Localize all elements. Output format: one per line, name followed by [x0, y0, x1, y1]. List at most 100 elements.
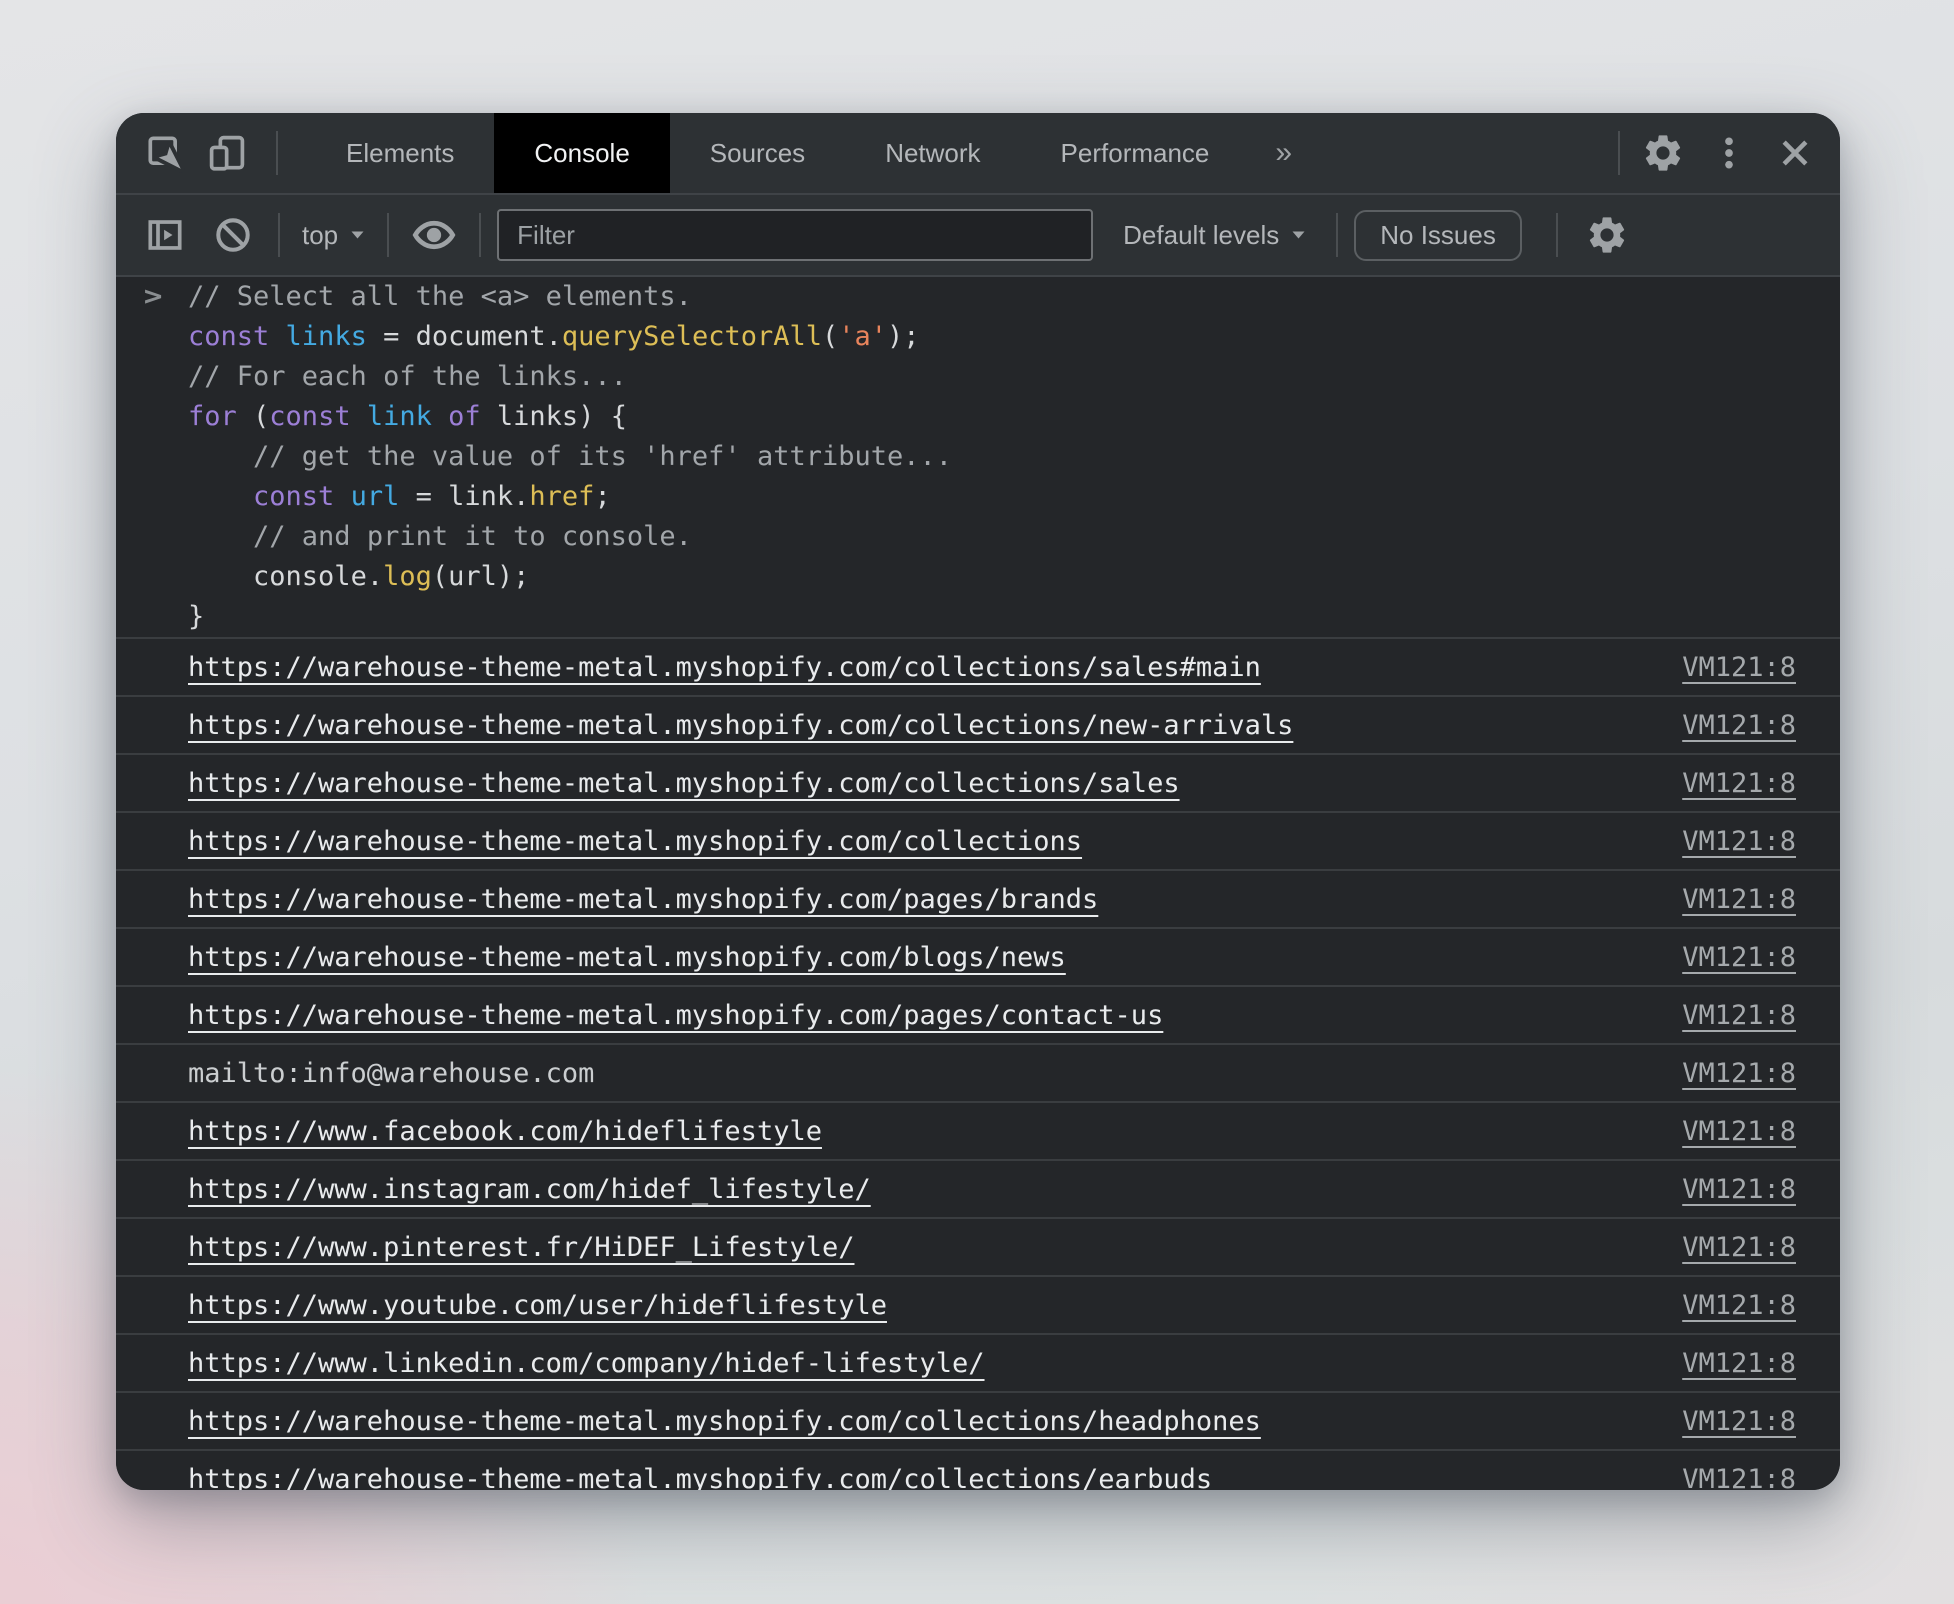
code-token-plain: ;	[594, 481, 610, 512]
source-location-link[interactable]: VM121:8	[1682, 1232, 1796, 1263]
console-log-row: https://warehouse-theme-metal.myshopify.…	[116, 985, 1840, 1043]
logged-url-link[interactable]: https://warehouse-theme-metal.myshopify.…	[188, 826, 1082, 857]
tab-sources[interactable]: Sources	[670, 113, 845, 193]
settings-button[interactable]	[1640, 130, 1686, 176]
console-log-row: https://warehouse-theme-metal.myshopify.…	[116, 1391, 1840, 1449]
devtools-menu-button[interactable]	[1706, 130, 1752, 176]
source-location-link[interactable]: VM121:8	[1682, 1348, 1796, 1379]
code-token-plain: = document.	[367, 321, 562, 352]
source-location-link[interactable]: VM121:8	[1682, 768, 1796, 799]
source-location-link[interactable]: VM121:8	[1682, 1290, 1796, 1321]
logged-url-link[interactable]: https://warehouse-theme-metal.myshopify.…	[188, 652, 1261, 683]
code-token-plain: console.	[253, 561, 383, 592]
execution-context-selector[interactable]: top	[302, 220, 365, 251]
more-panels-button[interactable]: »	[1249, 113, 1318, 193]
code-token-plain: (url);	[432, 561, 530, 592]
devtools-tab-bar: ElementsConsoleSourcesNetworkPerformance…	[116, 113, 1840, 195]
console-toolbar: top Default levels No Issues	[116, 195, 1840, 277]
tab-network[interactable]: Network	[845, 113, 1020, 193]
divider	[276, 131, 278, 175]
tab-performance[interactable]: Performance	[1021, 113, 1250, 193]
console-log-row: https://www.pinterest.fr/HiDEF_Lifestyle…	[116, 1217, 1840, 1275]
logged-url-link[interactable]: https://www.pinterest.fr/HiDEF_Lifestyle…	[188, 1232, 854, 1263]
source-location-link[interactable]: VM121:8	[1682, 1116, 1796, 1147]
code-token-function: log	[383, 561, 432, 592]
device-toolbar-button[interactable]	[204, 130, 250, 176]
code-token-comment: // For each of the links...	[188, 361, 627, 392]
source-location-link[interactable]: VM121:8	[1682, 942, 1796, 973]
console-settings-button[interactable]	[1584, 212, 1630, 258]
panel-tabs: ElementsConsoleSourcesNetworkPerformance	[306, 113, 1249, 193]
chevron-double-right-icon: »	[1275, 136, 1292, 170]
close-icon	[1774, 132, 1816, 174]
source-location-link[interactable]: VM121:8	[1682, 652, 1796, 683]
filter-input[interactable]	[497, 209, 1093, 261]
console-log-row: https://www.instagram.com/hidef_lifestyl…	[116, 1159, 1840, 1217]
devtools-window: ElementsConsoleSourcesNetworkPerformance…	[116, 113, 1840, 1490]
code-token-function: href	[529, 481, 594, 512]
code-token-plain: (	[822, 321, 838, 352]
code-token-plain	[188, 561, 253, 592]
logged-url-link[interactable]: https://www.linkedin.com/company/hidef-l…	[188, 1348, 985, 1379]
tab-elements[interactable]: Elements	[306, 113, 494, 193]
console-log-row: https://warehouse-theme-metal.myshopify.…	[116, 695, 1840, 753]
code-token-keyword: for	[188, 401, 237, 432]
device-toolbar-icon	[206, 132, 248, 174]
code-token-plain	[269, 321, 285, 352]
eye-icon	[412, 213, 456, 257]
source-location-link[interactable]: VM121:8	[1682, 1000, 1796, 1031]
code-token-function: querySelectorAll	[562, 321, 822, 352]
code-token-plain: links) {	[481, 401, 627, 432]
logged-url-link[interactable]: https://warehouse-theme-metal.myshopify.…	[188, 884, 1098, 915]
code-token-plain	[334, 481, 350, 512]
logged-url-link[interactable]: https://warehouse-theme-metal.myshopify.…	[188, 942, 1066, 973]
logged-url-link[interactable]: https://www.facebook.com/hideflifestyle	[188, 1116, 822, 1147]
logged-url-link[interactable]: https://warehouse-theme-metal.myshopify.…	[188, 768, 1180, 799]
source-location-link[interactable]: VM121:8	[1682, 1174, 1796, 1205]
divider	[387, 213, 389, 257]
code-token-variable: url	[351, 481, 400, 512]
source-location-link[interactable]: VM121:8	[1682, 710, 1796, 741]
code-token-comment: // get the value of its 'href' attribute…	[253, 441, 952, 472]
source-location-link[interactable]: VM121:8	[1682, 1406, 1796, 1437]
code-line: for (const link of links) {	[116, 397, 1840, 437]
console-log-row: mailto:info@warehouse.comVM121:8	[116, 1043, 1840, 1101]
code-token-plain	[188, 521, 253, 552]
source-location-link[interactable]: VM121:8	[1682, 884, 1796, 915]
logged-url-link[interactable]: https://warehouse-theme-metal.myshopify.…	[188, 1464, 1212, 1491]
create-live-expression-button[interactable]	[411, 212, 457, 258]
code-token-plain: = link.	[399, 481, 529, 512]
code-token-comment: // and print it to console.	[253, 521, 692, 552]
console-log-row: https://warehouse-theme-metal.myshopify.…	[116, 811, 1840, 869]
log-levels-selector[interactable]: Default levels	[1123, 220, 1306, 251]
logged-url-link[interactable]: https://www.instagram.com/hidef_lifestyl…	[188, 1174, 871, 1205]
context-label: top	[302, 220, 338, 251]
evaluated-code-block: > // Select all the <a> elements.const l…	[116, 277, 1840, 637]
console-log-row: https://warehouse-theme-metal.myshopify.…	[116, 1449, 1840, 1490]
logged-url-link[interactable]: https://www.youtube.com/user/hideflifest…	[188, 1290, 887, 1321]
source-location-link[interactable]: VM121:8	[1682, 1464, 1796, 1491]
console-sidebar-toggle[interactable]	[142, 212, 188, 258]
close-devtools-button[interactable]	[1772, 130, 1818, 176]
code-token-keyword: const	[188, 321, 269, 352]
settings-gear-icon	[1641, 131, 1685, 175]
code-token-string: 'a'	[838, 321, 887, 352]
clear-console-button[interactable]	[210, 212, 256, 258]
console-log-row: https://warehouse-theme-metal.myshopify.…	[116, 869, 1840, 927]
logged-url-link[interactable]: https://warehouse-theme-metal.myshopify.…	[188, 1406, 1261, 1437]
code-token-plain: );	[887, 321, 920, 352]
logged-url-link[interactable]: https://warehouse-theme-metal.myshopify.…	[188, 710, 1293, 741]
code-token-keyword: const	[253, 481, 334, 512]
issues-button[interactable]: No Issues	[1354, 210, 1522, 261]
logged-url-link[interactable]: https://warehouse-theme-metal.myshopify.…	[188, 1000, 1163, 1031]
console-log-row: https://warehouse-theme-metal.myshopify.…	[116, 927, 1840, 985]
tab-console[interactable]: Console	[494, 113, 669, 193]
source-location-link[interactable]: VM121:8	[1682, 1058, 1796, 1089]
code-token-plain: (	[237, 401, 270, 432]
inspect-element-button[interactable]	[142, 130, 188, 176]
source-location-link[interactable]: VM121:8	[1682, 826, 1796, 857]
code-token-plain	[188, 441, 253, 472]
console-log-list: https://warehouse-theme-metal.myshopify.…	[116, 637, 1840, 1490]
code-line: }	[116, 597, 1840, 637]
console-messages-area: > // Select all the <a> elements.const l…	[116, 277, 1840, 1490]
